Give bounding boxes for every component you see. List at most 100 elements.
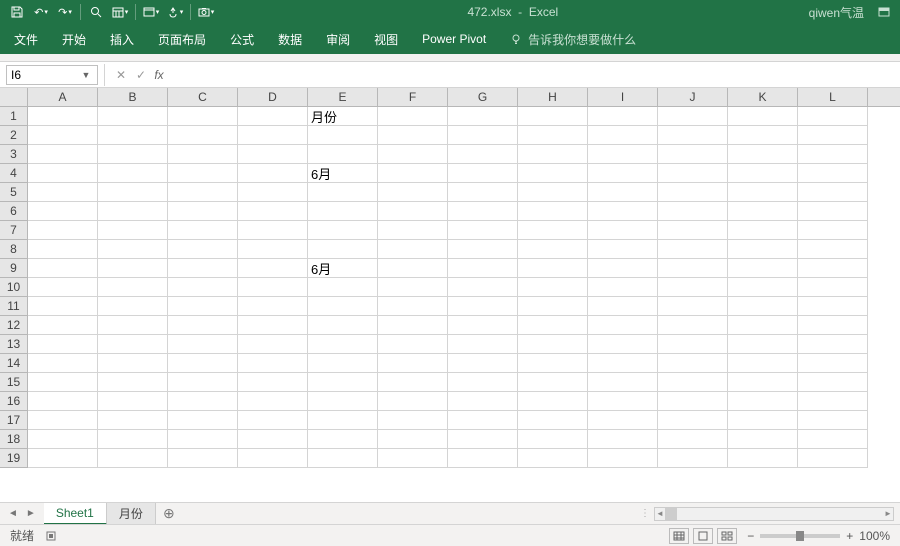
cell[interactable] xyxy=(378,373,448,392)
cell[interactable] xyxy=(28,145,98,164)
cell[interactable] xyxy=(238,126,308,145)
tell-me-search[interactable]: 告诉我你想要做什么 xyxy=(510,31,636,48)
undo-button[interactable]: ↶▾ xyxy=(30,2,52,22)
col-header[interactable]: A xyxy=(28,88,98,106)
cell[interactable] xyxy=(448,354,518,373)
calendar-icon-button[interactable]: ▾ xyxy=(109,2,131,22)
tab-home[interactable]: 开始 xyxy=(62,31,86,48)
cell[interactable] xyxy=(518,126,588,145)
tab-page-layout[interactable]: 页面布局 xyxy=(158,31,206,48)
window-icon-button[interactable]: ▾ xyxy=(140,2,162,22)
cell[interactable] xyxy=(728,297,798,316)
cell[interactable] xyxy=(518,335,588,354)
cell[interactable]: 月份 xyxy=(308,107,378,126)
cell[interactable] xyxy=(798,259,868,278)
cell[interactable]: 6月 xyxy=(308,259,378,278)
cell[interactable] xyxy=(168,183,238,202)
cell[interactable] xyxy=(168,126,238,145)
cell[interactable] xyxy=(728,316,798,335)
cell[interactable] xyxy=(658,278,728,297)
name-box[interactable]: I6 ▼ xyxy=(6,65,98,85)
cell[interactable] xyxy=(308,240,378,259)
cell[interactable] xyxy=(308,145,378,164)
cell[interactable] xyxy=(168,259,238,278)
add-sheet-button[interactable]: ⊕ xyxy=(156,503,182,525)
tab-formulas[interactable]: 公式 xyxy=(230,31,254,48)
cell[interactable] xyxy=(798,449,868,468)
cell[interactable] xyxy=(378,297,448,316)
cell[interactable] xyxy=(658,316,728,335)
cell[interactable] xyxy=(28,316,98,335)
cell[interactable] xyxy=(378,107,448,126)
cell[interactable] xyxy=(238,240,308,259)
cell[interactable] xyxy=(378,278,448,297)
cell[interactable] xyxy=(308,354,378,373)
cell[interactable] xyxy=(448,259,518,278)
row-header[interactable]: 6 xyxy=(0,202,28,221)
zoom-out-button[interactable]: − xyxy=(747,529,754,543)
cell[interactable] xyxy=(378,240,448,259)
row-header[interactable]: 19 xyxy=(0,449,28,468)
row-header[interactable]: 2 xyxy=(0,126,28,145)
cell[interactable] xyxy=(798,297,868,316)
cell[interactable] xyxy=(658,335,728,354)
tab-split-handle[interactable]: ⋮ xyxy=(640,508,648,519)
cell[interactable] xyxy=(168,221,238,240)
cell[interactable] xyxy=(518,449,588,468)
save-button[interactable] xyxy=(6,2,28,22)
cell[interactable] xyxy=(448,164,518,183)
col-header[interactable]: H xyxy=(518,88,588,106)
cell[interactable] xyxy=(728,449,798,468)
cell[interactable] xyxy=(588,183,658,202)
cell[interactable] xyxy=(98,278,168,297)
formula-input[interactable] xyxy=(171,65,900,85)
col-header[interactable]: D xyxy=(238,88,308,106)
cell[interactable] xyxy=(378,335,448,354)
cell[interactable] xyxy=(448,335,518,354)
cell[interactable] xyxy=(238,107,308,126)
zoom-percent[interactable]: 100% xyxy=(859,529,890,543)
row-header[interactable]: 8 xyxy=(0,240,28,259)
redo-button[interactable]: ↷▾ xyxy=(54,2,76,22)
cell[interactable] xyxy=(168,373,238,392)
cell[interactable] xyxy=(168,164,238,183)
cell[interactable] xyxy=(448,145,518,164)
cell[interactable] xyxy=(98,373,168,392)
cell[interactable] xyxy=(518,354,588,373)
zoom-slider[interactable] xyxy=(760,534,840,538)
cell[interactable] xyxy=(28,411,98,430)
cell[interactable] xyxy=(658,430,728,449)
cell[interactable] xyxy=(308,411,378,430)
cell[interactable] xyxy=(378,411,448,430)
cell[interactable] xyxy=(238,449,308,468)
cell[interactable] xyxy=(588,107,658,126)
cell[interactable] xyxy=(588,145,658,164)
cell[interactable] xyxy=(588,430,658,449)
cell[interactable] xyxy=(98,430,168,449)
cell[interactable] xyxy=(98,354,168,373)
sheet-nav-arrows[interactable]: ◄ ► xyxy=(0,508,44,519)
col-header[interactable]: I xyxy=(588,88,658,106)
cell[interactable] xyxy=(238,259,308,278)
cell[interactable] xyxy=(728,202,798,221)
cell[interactable] xyxy=(518,373,588,392)
cell[interactable] xyxy=(658,202,728,221)
col-header[interactable]: F xyxy=(378,88,448,106)
cell[interactable] xyxy=(728,354,798,373)
cell[interactable] xyxy=(728,392,798,411)
cell[interactable] xyxy=(378,354,448,373)
row-header[interactable]: 7 xyxy=(0,221,28,240)
cell[interactable] xyxy=(378,449,448,468)
tab-insert[interactable]: 插入 xyxy=(110,31,134,48)
cell[interactable] xyxy=(588,240,658,259)
cell[interactable] xyxy=(238,297,308,316)
cell[interactable] xyxy=(728,183,798,202)
cell[interactable] xyxy=(28,202,98,221)
col-header[interactable]: E xyxy=(308,88,378,106)
col-header[interactable]: B xyxy=(98,88,168,106)
cell[interactable] xyxy=(448,107,518,126)
cell[interactable] xyxy=(28,449,98,468)
row-header[interactable]: 14 xyxy=(0,354,28,373)
cell[interactable] xyxy=(798,354,868,373)
tab-power-pivot[interactable]: Power Pivot xyxy=(422,32,486,46)
